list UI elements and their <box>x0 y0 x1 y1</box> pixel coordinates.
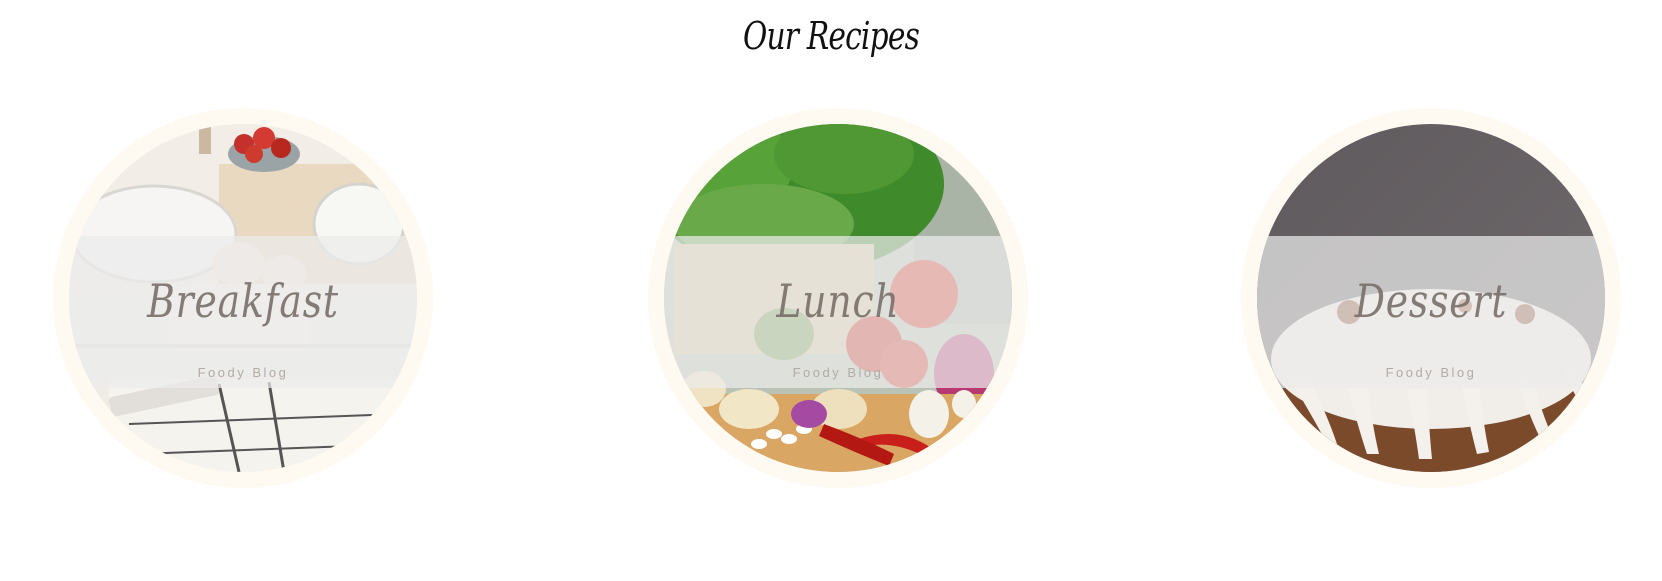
card-subtitle: Foody Blog <box>792 365 884 380</box>
section-title: Our Recipes <box>742 14 920 58</box>
card-title: Dessert <box>1354 274 1508 328</box>
dessert-photo: Dessert Foody Blog <box>1257 124 1605 472</box>
breakfast-photo: Breakfast Foody Blog <box>69 124 417 472</box>
card-subtitle: Foody Blog <box>197 365 289 380</box>
card-subtitle: Foody Blog <box>1385 365 1477 380</box>
card-title: Breakfast <box>147 274 339 328</box>
recipe-card-dessert[interactable]: Dessert Foody Blog <box>1241 108 1621 488</box>
recipe-card-breakfast[interactable]: Breakfast Foody Blog <box>53 108 433 488</box>
card-title: Lunch <box>776 274 900 328</box>
recipe-card-lunch[interactable]: Lunch Foody Blog <box>648 108 1028 488</box>
lunch-photo: Lunch Foody Blog <box>664 124 1012 472</box>
